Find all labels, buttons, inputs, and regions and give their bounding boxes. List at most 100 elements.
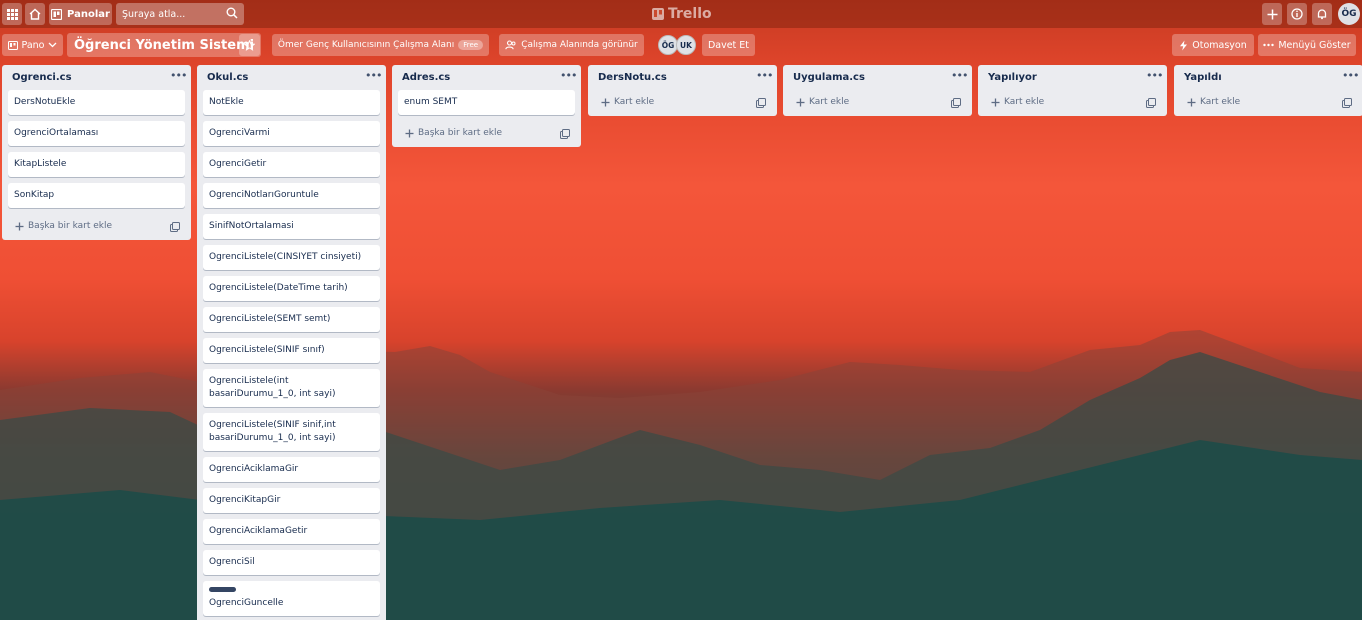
trello-logo-icon (652, 8, 664, 20)
list-menu-icon[interactable]: ••• (365, 69, 382, 82)
card-title: OgrenciListele(SEMT semt) (209, 314, 331, 324)
card[interactable]: NotEkle (203, 90, 380, 115)
plus-icon (601, 98, 610, 106)
list-header[interactable]: DersNotu.cs ••• (588, 65, 777, 90)
apps-grid-icon (6, 8, 18, 20)
card[interactable]: OgrenciNotlarıGoruntule (203, 183, 380, 208)
list[interactable]: DersNotu.cs ••• Kart ekle (588, 65, 777, 116)
list-title: Okul.cs (207, 72, 249, 83)
people-icon (505, 40, 516, 50)
show-menu-button[interactable]: Menüyü Göster (1258, 34, 1356, 56)
card[interactable]: OgrenciListele(int basariDurumu_1_0, int… (203, 369, 380, 407)
star-button[interactable] (239, 34, 260, 56)
list-header[interactable]: Ogrenci.cs ••• (2, 65, 191, 90)
add-card-button[interactable]: Kart ekle (601, 97, 654, 107)
card-title: DersNotuEkle (14, 97, 76, 107)
add-card-row: Kart ekle (1174, 90, 1362, 116)
visibility-button[interactable]: Çalışma Alanında görünür (499, 34, 644, 56)
card[interactable]: OgrenciAciklamaGir (203, 457, 380, 482)
workspace-button[interactable]: Ömer Genç Kullanıcısının Çalışma Alanı F… (272, 34, 489, 56)
info-icon (1291, 8, 1303, 20)
add-card-button[interactable]: Kart ekle (991, 97, 1044, 107)
card-title: SinifNotOrtalamasi (209, 221, 294, 231)
card-template-icon[interactable] (560, 129, 570, 139)
list-menu-icon[interactable]: ••• (1146, 69, 1163, 82)
list[interactable]: Yapılıyor ••• Kart ekle (978, 65, 1167, 116)
card-template-icon[interactable] (951, 98, 961, 108)
card-template-icon[interactable] (1342, 98, 1352, 108)
board-title[interactable]: Öğrenci Yönetim Sistemi (67, 33, 262, 57)
card-template-icon[interactable] (1146, 98, 1156, 108)
board-header: Pano Öğrenci Yönetim Sistemi Ömer Genç K… (0, 32, 1362, 58)
card-template-icon[interactable] (170, 222, 180, 232)
create-button[interactable] (1262, 3, 1282, 25)
list[interactable]: Okul.cs ••• NotEkle OgrenciVarmi OgrenciGeti… (197, 65, 386, 620)
add-card-button[interactable]: Başka bir kart ekle (15, 221, 112, 231)
list[interactable]: Yapıldı ••• Kart ekle (1174, 65, 1362, 116)
visibility-label: Çalışma Alanında görünür (521, 40, 638, 50)
invite-button[interactable]: Davet Et (702, 34, 755, 56)
list-menu-icon[interactable]: ••• (951, 69, 968, 82)
search-icon[interactable] (226, 7, 238, 19)
list-title: Uygulama.cs (793, 72, 865, 83)
card[interactable]: OgrenciVarmi (203, 121, 380, 146)
card-label[interactable] (209, 587, 236, 592)
list-menu-icon[interactable]: ••• (170, 69, 187, 82)
home-button[interactable] (25, 3, 45, 25)
card-title: OgrenciOrtalaması (14, 128, 99, 138)
automation-button[interactable]: Otomasyon (1172, 34, 1254, 56)
trello-logo[interactable]: Trello (652, 5, 712, 23)
card[interactable]: OgrenciListele(DateTime tarih) (203, 276, 380, 301)
list-menu-icon[interactable]: ••• (756, 69, 773, 82)
card[interactable]: OgrenciListele(CINSIYET cinsiyeti) (203, 245, 380, 270)
card[interactable]: DersNotuEkle (8, 90, 185, 115)
card[interactable]: OgrenciOrtalaması (8, 121, 185, 146)
card[interactable]: OgrenciGetir (203, 152, 380, 177)
boards-button[interactable]: Panolar (49, 3, 112, 25)
card-title: OgrenciKitapGir (209, 495, 281, 505)
free-badge: Free (458, 40, 484, 50)
card[interactable]: enum SEMT (398, 90, 575, 115)
card[interactable]: SinifNotOrtalamasi (203, 214, 380, 239)
card-title: OgrenciListele(DateTime tarih) (209, 283, 348, 293)
list-header[interactable]: Yapılıyor ••• (978, 65, 1167, 90)
list-header[interactable]: Uygulama.cs ••• (783, 65, 972, 90)
view-switcher-button[interactable]: Pano (2, 34, 63, 56)
card-title: OgrenciListele(int basariDurumu_1_0, int… (209, 376, 336, 399)
list[interactable]: Ogrenci.cs ••• DersNotuEkle OgrenciOrtalama… (2, 65, 191, 240)
list-title: Yapılıyor (988, 72, 1037, 83)
add-card-label: Kart ekle (1200, 97, 1241, 107)
notifications-button[interactable] (1312, 3, 1332, 25)
card[interactable]: OgrenciListele(SEMT semt) (203, 307, 380, 332)
member-avatar[interactable]: ÖG (658, 35, 678, 55)
card[interactable]: OgrenciGuncelle (203, 581, 380, 616)
search-input[interactable] (116, 3, 244, 25)
list-header[interactable]: Okul.cs ••• (197, 65, 386, 90)
add-card-button[interactable]: Kart ekle (796, 97, 849, 107)
list-menu-icon[interactable]: ••• (560, 69, 577, 82)
apps-grid-button[interactable] (2, 3, 22, 25)
top-navigation-bar: Panolar Trello ÖG (0, 0, 1362, 28)
bell-icon (1317, 9, 1327, 20)
card[interactable]: OgrenciListele(SINIF sinif,int basariDur… (203, 413, 380, 451)
card[interactable]: OgrenciSil (203, 550, 380, 575)
card[interactable]: KitapListele (8, 152, 185, 177)
list-menu-icon[interactable]: ••• (1342, 69, 1359, 82)
list[interactable]: Uygulama.cs ••• Kart ekle (783, 65, 972, 116)
card[interactable]: SonKitap (8, 183, 185, 208)
add-card-button[interactable]: Kart ekle (1187, 97, 1240, 107)
card[interactable]: OgrenciAciklamaGetir (203, 519, 380, 544)
card-template-icon[interactable] (756, 98, 766, 108)
card-title: OgrenciListele(CINSIYET cinsiyeti) (209, 252, 362, 262)
info-button[interactable] (1287, 3, 1307, 25)
user-avatar[interactable]: ÖG (1338, 3, 1360, 25)
card[interactable]: OgrenciKitapGir (203, 488, 380, 513)
list-header[interactable]: Yapıldı ••• (1174, 65, 1362, 90)
list-header[interactable]: Adres.cs ••• (392, 65, 581, 90)
add-card-button[interactable]: Başka bir kart ekle (405, 128, 502, 138)
member-avatar[interactable]: UK (676, 35, 696, 55)
card-title: OgrenciGuncelle (209, 598, 284, 608)
add-card-row: Kart ekle (783, 90, 972, 116)
list[interactable]: Adres.cs ••• enum SEMT Başka bir kart ekle (392, 65, 581, 147)
card[interactable]: OgrenciListele(SINIF sınıf) (203, 338, 380, 363)
